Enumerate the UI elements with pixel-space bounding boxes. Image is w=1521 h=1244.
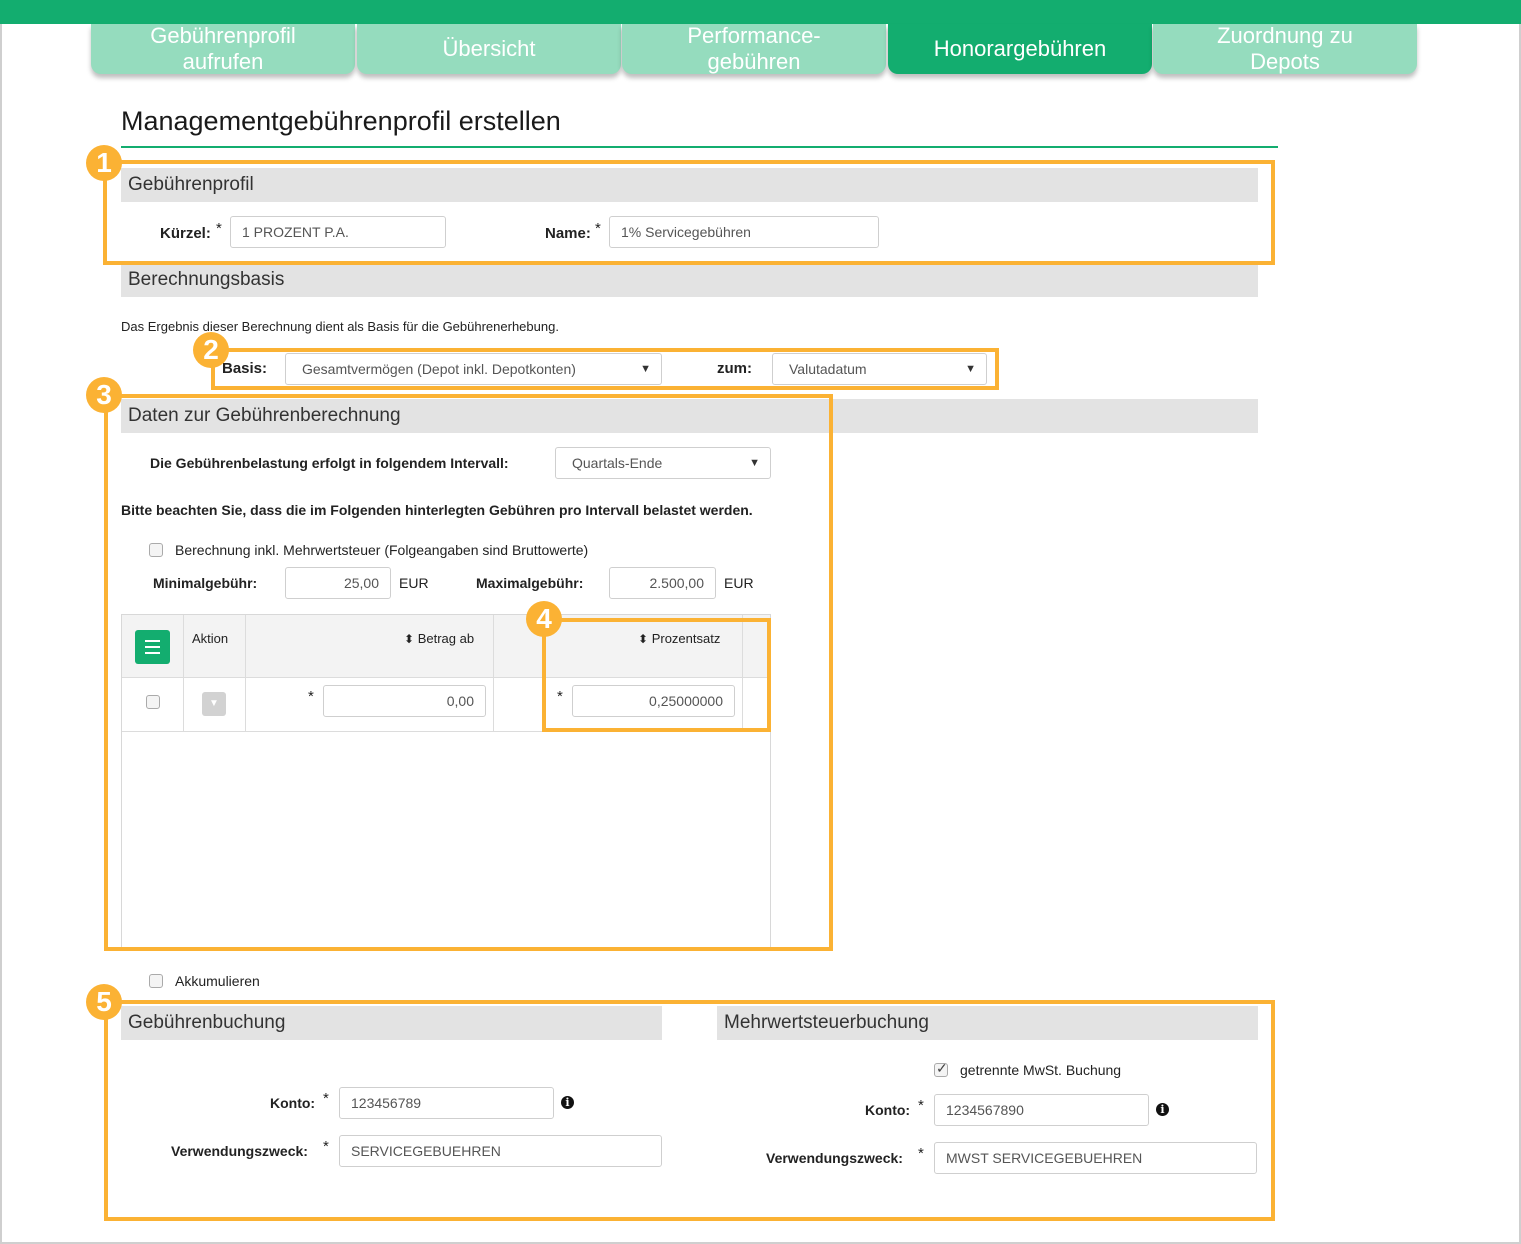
tab-honorargebuehren[interactable]: Honorargebühren bbox=[888, 24, 1152, 74]
highlight-box-5 bbox=[104, 1000, 1275, 1221]
accumulate-checkbox[interactable] bbox=[149, 974, 163, 988]
highlight-box-2 bbox=[211, 348, 999, 390]
section-header-berechnungsbasis: Berechnungsbasis bbox=[121, 263, 1258, 297]
tab-uebersicht[interactable]: Übersicht bbox=[357, 24, 621, 74]
accumulate-label: Akkumulieren bbox=[175, 973, 260, 989]
step-badge-2: 2 bbox=[193, 332, 229, 368]
step-badge-4: 4 bbox=[526, 601, 562, 637]
step-badge-5: 5 bbox=[86, 984, 122, 1020]
basis-description: Das Ergebnis dieser Berechnung dient als… bbox=[121, 319, 559, 334]
page-title: Managementgebührenprofil erstellen bbox=[121, 106, 561, 136]
tab-gebuehrenprofil-aufrufen[interactable]: Gebührenprofil aufrufen bbox=[91, 23, 355, 74]
step-badge-3: 3 bbox=[86, 377, 122, 413]
tab-performancegebuehren[interactable]: Performance- gebühren bbox=[622, 23, 886, 74]
highlight-box-4 bbox=[542, 618, 771, 732]
tab-zuordnung-zu-depots[interactable]: Zuordnung zu Depots bbox=[1153, 23, 1417, 74]
step-badge-1: 1 bbox=[86, 145, 122, 181]
highlight-box-1 bbox=[103, 160, 1275, 265]
top-bar bbox=[0, 0, 1521, 24]
title-divider bbox=[121, 146, 1278, 148]
